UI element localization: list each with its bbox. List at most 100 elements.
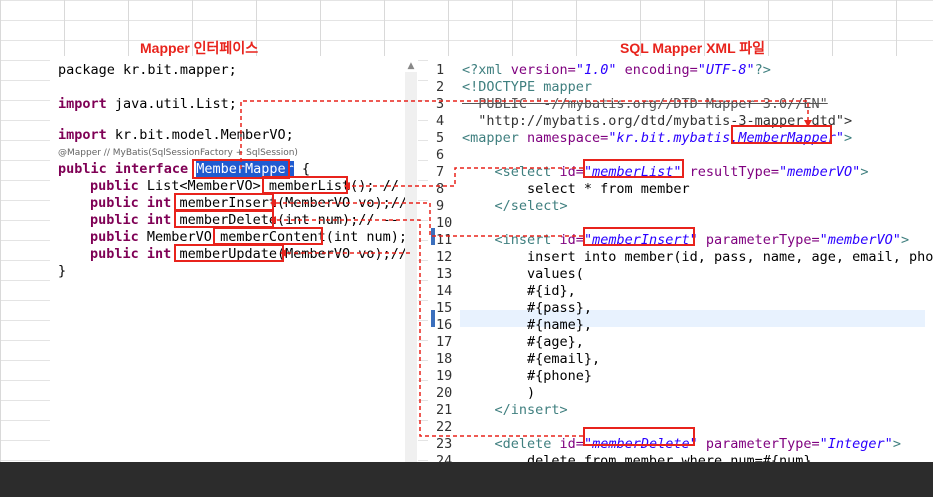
select-close: </select> [462, 198, 568, 214]
return-type: List<MemberVO> [138, 178, 269, 194]
highlight-box-delete-id [583, 427, 695, 446]
keyword: public [90, 212, 139, 228]
line-number: 24 [436, 453, 453, 462]
values-close: ) [462, 385, 536, 401]
attr: id= [559, 436, 584, 452]
line-number: 4 [436, 113, 445, 129]
return-type: MemberVO [138, 229, 221, 245]
import-list-line: import java.util.List; [58, 96, 237, 113]
keyword: int [146, 212, 172, 228]
tag: <delete [462, 436, 560, 452]
tag: > [860, 164, 869, 180]
package-line: package kr.bit.mapper; [58, 62, 237, 78]
import-text: java.util.List; [106, 96, 237, 112]
value: "memberVO" [779, 164, 861, 180]
highlight-box-insert-id [583, 227, 695, 246]
keyword: int [146, 246, 172, 262]
param-phone: #{phone} [462, 368, 593, 384]
line-number: 2 [436, 79, 445, 95]
params: (MemberVO vo); [277, 195, 391, 211]
tag: ?> [754, 62, 771, 78]
comment: // [374, 178, 399, 194]
line-number: 9 [436, 198, 445, 214]
param-age: #{age}, [462, 334, 584, 350]
import-text: kr.bit.model.MemberVO; [106, 127, 294, 143]
line-number: 10 [436, 215, 453, 231]
scroll-up-arrow-icon[interactable]: ▲ [405, 60, 417, 72]
insert-sql: insert into member(id, pass, name, age, … [462, 249, 933, 265]
tag: <insert [462, 232, 560, 248]
keyword: public [90, 246, 139, 262]
params: (); [350, 178, 375, 194]
highlight-box-membercontent [213, 227, 323, 245]
line-number: 19 [436, 368, 453, 384]
line-number: 22 [436, 419, 453, 435]
tag: > [892, 436, 901, 452]
left-title: Mapper 인터페이스 [140, 40, 259, 56]
line-number: 3 [436, 96, 445, 112]
line-number: 14 [436, 283, 453, 299]
highlight-box-memberdelete [174, 210, 274, 228]
attr: id= [559, 232, 584, 248]
value: "memberVO" [819, 232, 901, 248]
public-line: PUBLIC "-//mybatis.org//DTD Mapper 3.0//… [462, 96, 828, 112]
line-number: 15 [436, 300, 453, 316]
highlight-box-memberinsert [174, 193, 274, 211]
line-number: 5 [436, 130, 445, 146]
select-sql: select * from member [462, 181, 690, 197]
keyword: import [58, 127, 107, 143]
line-number: 7 [436, 164, 445, 180]
highlight-box-memberlist [262, 176, 348, 194]
keyword: public [90, 178, 139, 194]
param-name: #{name}, [462, 317, 593, 333]
line-number: 20 [436, 385, 453, 401]
value: "UTF-8" [697, 62, 755, 78]
param-pass: #{pass}, [462, 300, 593, 316]
params: (int num); [325, 229, 408, 245]
change-marker [431, 310, 435, 327]
value: "1.0" [575, 62, 617, 78]
tag: <?xml [462, 62, 511, 78]
xml-editor[interactable]: 1 2 3 4 5 6 7 8 9 10 11 12 13 14 15 16 1… [428, 56, 933, 462]
line-number: 21 [436, 402, 453, 418]
change-marker [431, 228, 435, 245]
attr: parameterType= [697, 436, 820, 452]
value: "kr.bit.mybatis. [608, 130, 739, 146]
attr: parameterType= [697, 232, 820, 248]
keyword: public [58, 161, 107, 177]
line-number: 13 [436, 266, 453, 282]
params: (int num); [277, 212, 359, 228]
attr: resultType= [681, 164, 780, 180]
line-number: 23 [436, 436, 453, 452]
mapper-annotation: @Mapper // MyBatis(SqlSessionFactory + S… [58, 148, 298, 158]
line-number: 18 [436, 351, 453, 367]
insert-values: values( [462, 266, 584, 282]
highlight-box-memberupdate [174, 244, 284, 262]
param-id: #{id}, [462, 283, 576, 299]
delete-sql: delete from member where num=#{num} [462, 453, 812, 462]
xml-decl-line: <?xml version="1.0" encoding="UTF-8"?> [462, 62, 771, 79]
line-number: 16 [436, 317, 453, 333]
line-number: 8 [436, 181, 445, 197]
taskbar [0, 462, 933, 497]
attr: encoding= [616, 62, 698, 78]
value: " [835, 130, 845, 146]
keyword: int [146, 195, 172, 211]
attr: namespace= [527, 130, 609, 146]
vertical-scrollbar[interactable] [405, 72, 417, 462]
highlight-box-select-id [583, 159, 684, 178]
highlight-box-namespace [731, 125, 832, 144]
line-number: 12 [436, 249, 453, 265]
right-title: SQL Mapper XML 파일 [620, 40, 766, 56]
param-email: #{email}, [462, 351, 601, 367]
keyword: interface [114, 161, 189, 177]
attr: id= [559, 164, 584, 180]
attr: version= [510, 62, 576, 78]
keyword: import [58, 96, 107, 112]
import-membervo-line: import kr.bit.model.MemberVO; [58, 127, 294, 144]
line-number: 1 [436, 62, 445, 78]
value: "Integer" [819, 436, 893, 452]
line-number: 6 [436, 147, 445, 163]
doctype-line: <!DOCTYPE mapper [462, 79, 593, 95]
brace: { [293, 161, 311, 177]
